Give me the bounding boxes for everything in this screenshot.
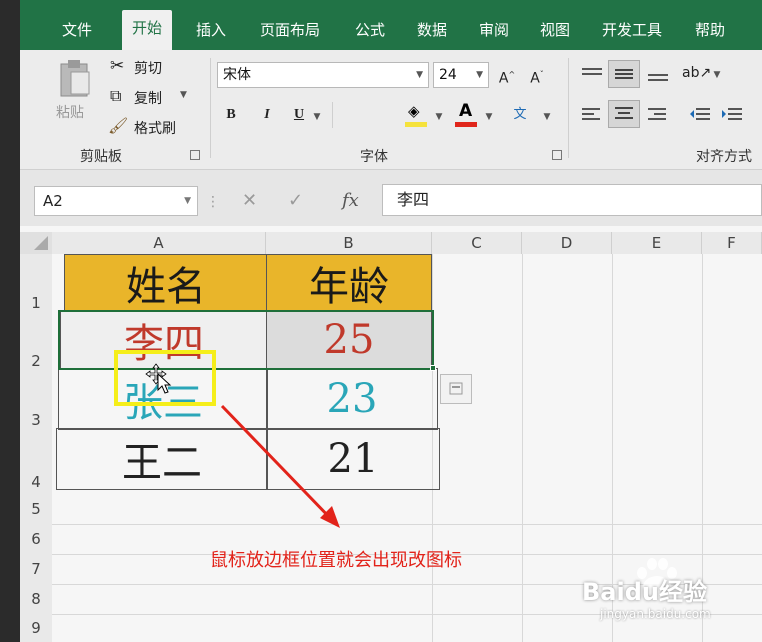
row-header-5[interactable]: 5 (20, 494, 52, 524)
name-box[interactable]: A2 ▼ (34, 186, 198, 216)
chevron-down-icon[interactable]: ▼ (482, 106, 496, 130)
chevron-down-icon[interactable]: ▼ (432, 106, 446, 130)
font-size-select[interactable]: 24 ▼ (433, 62, 489, 88)
cell-b1[interactable]: 年龄 (266, 254, 432, 312)
row-header-6[interactable]: 6 (20, 524, 52, 554)
column-header-b[interactable]: B (266, 232, 432, 254)
align-middle-icon (615, 69, 633, 79)
tab-developer[interactable]: 开发工具 (602, 18, 662, 42)
chevron-down-icon: ▼ (184, 196, 191, 206)
align-left-icon[interactable] (580, 104, 604, 126)
tab-home[interactable]: 开始 (122, 10, 173, 50)
cell-a1[interactable]: 姓名 (64, 254, 268, 312)
cut-button[interactable]: 剪切 (134, 58, 162, 78)
align-top-icon[interactable] (580, 62, 604, 84)
gridline (52, 524, 762, 525)
chevron-down-icon[interactable]: ▼ (710, 64, 724, 88)
chevron-down-icon[interactable]: ▼ (540, 106, 554, 130)
tab-file[interactable]: 文件 (62, 18, 92, 42)
row-header-7[interactable]: 7 (20, 554, 52, 584)
tab-insert[interactable]: 插入 (196, 18, 226, 42)
paste-icon (60, 60, 90, 97)
quick-analysis-icon[interactable] (440, 374, 472, 404)
insert-function-button[interactable]: fx (342, 190, 359, 211)
copy-icon: ⧉ (110, 86, 122, 105)
align-right-icon[interactable] (646, 104, 670, 126)
divider (332, 102, 333, 128)
font-size-value: 24 (439, 67, 457, 83)
align-middle-button[interactable] (608, 60, 640, 88)
row-header-2[interactable]: 2 (20, 312, 52, 370)
tab-data[interactable]: 数据 (417, 18, 447, 42)
increase-indent-icon[interactable] (720, 104, 744, 126)
tab-formulas[interactable]: 公式 (355, 18, 385, 42)
chevron-down-icon: ▼ (416, 70, 423, 80)
annotation-text: 鼠标放边框位置就会出现改图标 (210, 550, 462, 571)
arrow-icon (220, 404, 340, 528)
align-center-icon (615, 107, 633, 119)
italic-button[interactable]: I (256, 104, 278, 128)
row-header-1[interactable]: 1 (20, 254, 52, 312)
paste-label: 粘贴 (56, 105, 84, 121)
fill-color-icon[interactable]: ◈ (404, 102, 430, 128)
underline-button[interactable]: U (288, 104, 310, 128)
cut-icon: ✂ (110, 56, 125, 76)
column-header-f[interactable]: F (702, 232, 762, 254)
tab-review[interactable]: 审阅 (479, 18, 509, 42)
clipboard-launcher-icon[interactable] (190, 150, 200, 160)
copy-button[interactable]: 复制 (134, 88, 162, 108)
bold-button[interactable]: B (220, 104, 242, 128)
chevron-down-icon[interactable]: ▼ (310, 106, 324, 130)
increase-font-size-icon[interactable]: A^ (496, 64, 518, 88)
group-divider (568, 58, 569, 158)
cancel-icon[interactable]: ✕ (242, 190, 257, 211)
formula-value: 李四 (397, 190, 430, 209)
clipboard-group-label: 剪贴板 (80, 149, 122, 165)
quick-analysis-glyph (449, 382, 463, 395)
tab-help[interactable]: 帮助 (695, 18, 725, 42)
column-header-d[interactable]: D (522, 232, 612, 254)
font-family-value: 宋体 (223, 67, 251, 83)
enter-icon[interactable]: ✓ (288, 190, 303, 211)
font-launcher-icon[interactable] (552, 150, 562, 160)
worksheet[interactable]: A B C D E F 1 2 3 4 5 6 7 8 9 姓名 年龄 李四 2… (20, 226, 762, 642)
paste-button[interactable]: 粘贴 (50, 56, 100, 136)
font-color-icon[interactable]: A (454, 101, 480, 128)
decrease-indent-icon[interactable] (688, 104, 712, 126)
alignment-group-label: 对齐方式 (696, 149, 752, 165)
formula-input[interactable]: 李四 (382, 184, 762, 216)
column-header-c[interactable]: C (432, 232, 522, 254)
watermark-brand: Baidu经验 (582, 578, 707, 606)
column-header-e[interactable]: E (612, 232, 702, 254)
tab-view[interactable]: 视图 (540, 18, 570, 42)
decrease-font-size-icon[interactable]: Aˇ (526, 64, 548, 88)
font-family-select[interactable]: 宋体 ▼ (217, 62, 429, 88)
more-icon: ⋮ (206, 194, 220, 210)
select-all-icon (34, 236, 48, 250)
fill-handle[interactable] (430, 365, 436, 371)
formula-bar: A2 ▼ ⋮ ✕ ✓ fx 李四 (20, 170, 762, 226)
column-header-a[interactable]: A (52, 232, 266, 254)
row-header-9[interactable]: 9 (20, 614, 52, 642)
pointer-cursor-icon (157, 372, 172, 394)
ribbon-tab-bar: 文件 开始 插入 页面布局 公式 数据 审阅 视图 开发工具 帮助 (20, 0, 762, 50)
select-all-button[interactable] (20, 232, 52, 254)
format-painter-icon: 🖌 (108, 116, 129, 135)
ribbon-home: 粘贴 ✂ 剪切 ⧉ 复制 ▼ 🖌 格式刷 剪贴板 宋体 ▼ 24 ▼ A^ Aˇ… (20, 50, 762, 170)
watermark-url: jingyan.baidu.com (600, 607, 711, 621)
row-header-4[interactable]: 4 (20, 432, 52, 494)
font-group-label: 字体 (360, 149, 388, 165)
chevron-down-icon: ▼ (476, 70, 483, 80)
phonetic-guide-icon[interactable]: 文 (508, 104, 532, 128)
orientation-icon[interactable]: ab↗ (682, 62, 711, 86)
group-divider (210, 58, 211, 158)
row-header-8[interactable]: 8 (20, 584, 52, 614)
tab-page-layout[interactable]: 页面布局 (260, 18, 320, 42)
name-box-value: A2 (43, 192, 63, 210)
align-center-button[interactable] (608, 100, 640, 128)
format-painter-button[interactable]: 格式刷 (134, 118, 176, 138)
chevron-down-icon[interactable]: ▼ (180, 90, 187, 100)
row-header-3[interactable]: 3 (20, 370, 52, 432)
align-bottom-icon[interactable] (646, 62, 670, 84)
